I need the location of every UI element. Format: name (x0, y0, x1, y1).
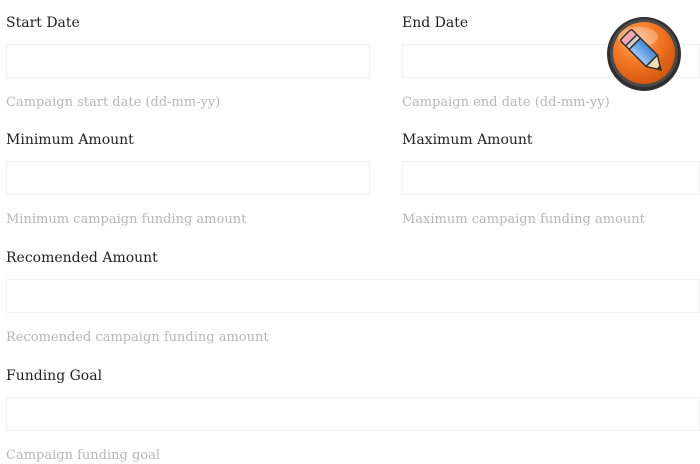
maximum-amount-label: Maximum Amount (402, 132, 533, 148)
edit-button[interactable] (606, 13, 684, 95)
start-date-help: Campaign start date (dd-mm-yy) (6, 95, 221, 110)
recommended-amount-label: Recomended Amount (6, 250, 158, 266)
minimum-amount-input[interactable] (6, 161, 370, 195)
start-date-label: Start Date (6, 15, 80, 31)
maximum-amount-help: Maximum campaign funding amount (402, 212, 645, 227)
minimum-amount-help: Minimum campaign funding amount (6, 212, 247, 227)
minimum-amount-label: Minimum Amount (6, 132, 134, 148)
funding-goal-input[interactable] (6, 397, 700, 431)
end-date-help: Campaign end date (dd-mm-yy) (402, 95, 610, 110)
recommended-amount-help: Recomended campaign funding amount (6, 330, 269, 345)
funding-goal-help: Campaign funding goal (6, 448, 161, 463)
end-date-label: End Date (402, 15, 469, 31)
start-date-input[interactable] (6, 44, 370, 78)
funding-goal-label: Funding Goal (6, 368, 103, 384)
recommended-amount-input[interactable] (6, 279, 700, 313)
maximum-amount-input[interactable] (402, 161, 700, 195)
pencil-icon (607, 17, 681, 91)
